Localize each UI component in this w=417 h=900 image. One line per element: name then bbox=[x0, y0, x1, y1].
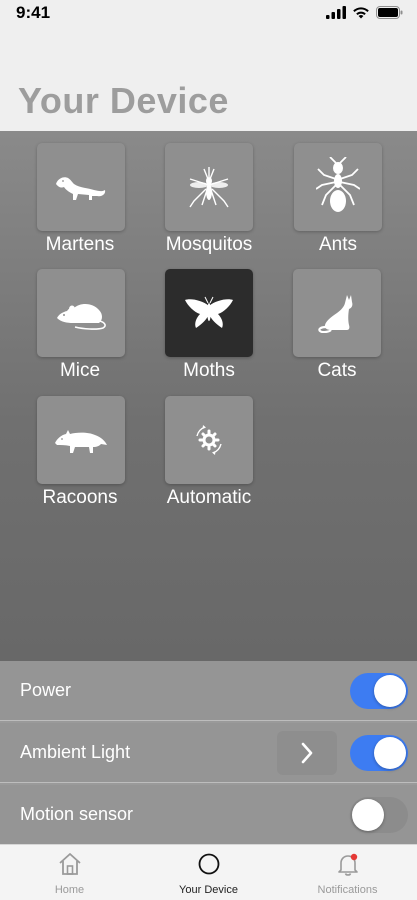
notification-badge bbox=[350, 853, 357, 861]
tile-racoons[interactable] bbox=[37, 396, 125, 484]
motion-sensor-toggle[interactable] bbox=[350, 797, 408, 833]
tile-mice[interactable] bbox=[37, 269, 125, 357]
tab-bar: Home Your Device Notifications bbox=[0, 844, 417, 900]
status-time: 9:41 bbox=[16, 3, 51, 22]
setting-label-ambient-light: Ambient Light bbox=[20, 742, 131, 762]
tab-notifications[interactable]: Notifications bbox=[278, 845, 417, 900]
automatic-icon bbox=[196, 425, 222, 455]
settings-list: Power Ambient Light Motion sensor bbox=[0, 661, 417, 845]
setting-label-power: Power bbox=[20, 680, 72, 700]
animal-grid: Martens Mosquitos Ants Mice Moths Cats R… bbox=[0, 131, 417, 661]
chevron-right-icon bbox=[301, 742, 313, 764]
ambient-light-toggle[interactable] bbox=[350, 735, 408, 771]
setting-label-motion-sensor: Motion sensor bbox=[20, 804, 134, 824]
home-icon bbox=[58, 853, 81, 875]
mouse-icon bbox=[57, 304, 106, 330]
tile-mosquitos[interactable] bbox=[165, 143, 253, 231]
tile-ants[interactable] bbox=[294, 143, 382, 231]
tile-label-moths: Moths bbox=[183, 360, 235, 381]
tile-label-mice: Mice bbox=[59, 360, 101, 381]
cat-icon bbox=[318, 295, 353, 333]
tile-moths[interactable] bbox=[165, 269, 253, 357]
setting-row-motion-sensor: Motion sensor bbox=[0, 785, 417, 845]
battery-icon bbox=[376, 6, 403, 19]
tile-martens[interactable] bbox=[37, 143, 125, 231]
tile-label-martens: Martens bbox=[45, 234, 115, 255]
setting-row-power: Power bbox=[0, 661, 417, 721]
tile-label-racoons: Racoons bbox=[42, 487, 118, 508]
tile-label-automatic: Automatic bbox=[166, 487, 252, 508]
ambient-light-chevron-button[interactable] bbox=[277, 731, 337, 775]
mosquito-icon bbox=[189, 167, 229, 208]
tile-label-cats: Cats bbox=[317, 360, 357, 381]
bell-icon bbox=[337, 853, 358, 876]
tile-cats[interactable] bbox=[293, 269, 381, 357]
tab-your-device[interactable]: Your Device bbox=[139, 845, 278, 900]
marten-icon bbox=[56, 177, 106, 200]
signal-icon bbox=[326, 6, 346, 19]
status-icons bbox=[326, 6, 403, 19]
header: Your Device bbox=[0, 30, 417, 131]
power-toggle[interactable] bbox=[350, 673, 408, 709]
device-icon bbox=[198, 853, 219, 875]
tile-label-ants: Ants bbox=[318, 234, 358, 255]
setting-row-ambient-light: Ambient Light bbox=[0, 723, 417, 783]
ant-icon bbox=[316, 157, 360, 212]
racoon-icon bbox=[55, 430, 107, 453]
moth-icon bbox=[185, 296, 233, 328]
tile-label-mosquitos: Mosquitos bbox=[165, 234, 253, 255]
tab-label-notifications: Notifications bbox=[317, 884, 378, 896]
page-title: Your Device bbox=[18, 80, 229, 121]
tab-home[interactable]: Home bbox=[0, 845, 139, 900]
tab-label-home: Home bbox=[54, 884, 85, 896]
wifi-icon bbox=[353, 7, 369, 19]
tile-automatic[interactable] bbox=[165, 396, 253, 484]
tab-label-your-device: Your Device bbox=[179, 884, 238, 896]
status-bar: 9:41 bbox=[0, 0, 417, 30]
